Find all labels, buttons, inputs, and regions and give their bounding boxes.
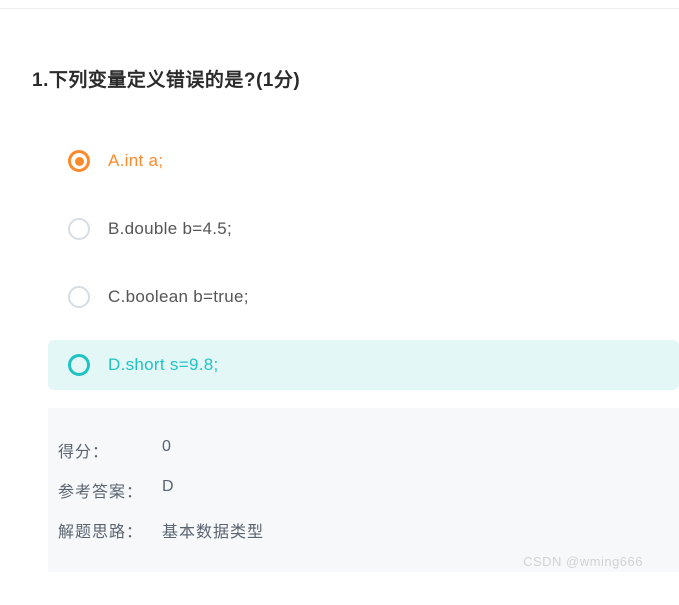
score-value: 0 [162,438,172,462]
reference-label: 参考答案： [58,478,148,502]
option-a[interactable]: A.int a; [48,136,679,186]
option-c[interactable]: C.boolean b=true; [48,272,679,322]
question-points: 1分 [263,70,294,91]
score-row: 得分： 0 [58,430,669,470]
option-label: C.boolean b=true; [108,287,249,307]
radio-icon [68,286,90,308]
explain-value: 基本数据类型 [162,518,264,542]
reference-row: 参考答案： D [58,470,669,510]
radio-icon [68,354,90,376]
radio-icon [68,218,90,240]
option-label: D.short s=9.8; [108,355,219,375]
explain-row: 解题思路： 基本数据类型 [58,510,669,550]
question-title: 1.下列变量定义错误的是?(1分) [0,9,679,92]
question-number: 1 [32,70,43,91]
score-label: 得分： [58,438,148,462]
option-d[interactable]: D.short s=9.8; [48,340,679,390]
option-label: B.double b=4.5; [108,219,232,239]
option-label: A.int a; [108,151,163,171]
explain-label: 解题思路： [58,518,148,542]
question-text: 下列变量定义错误的是? [49,70,256,91]
answer-panel: 得分： 0 参考答案： D 解题思路： 基本数据类型 [48,408,679,572]
option-b[interactable]: B.double b=4.5; [48,204,679,254]
reference-value: D [162,478,175,502]
options-group: A.int a; B.double b=4.5; C.boolean b=tru… [0,92,679,390]
radio-icon [68,150,90,172]
